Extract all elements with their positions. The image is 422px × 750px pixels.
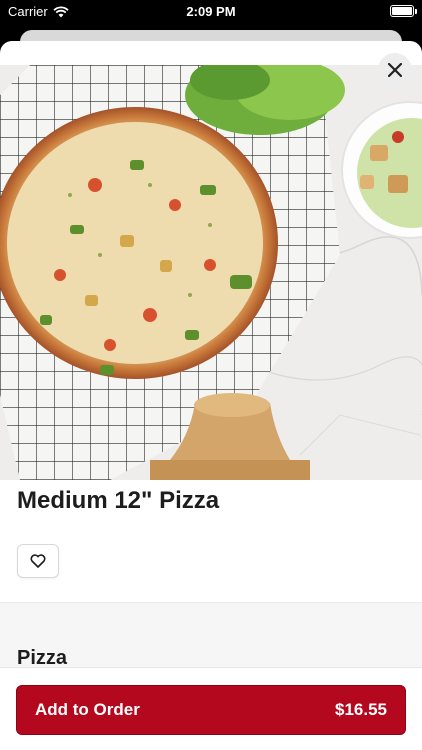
status-time: 2:09 PM — [186, 4, 236, 19]
bottom-bar: Add to Order $16.55 — [0, 667, 422, 750]
order-price: $16.55 — [335, 700, 387, 719]
add-to-order-label: Add to Order — [35, 700, 140, 719]
close-icon — [388, 63, 402, 77]
add-to-order-button[interactable]: Add to Order $16.55 — [16, 685, 406, 735]
item-title: Medium 12" Pizza — [17, 487, 220, 514]
item-detail-sheet: Medium 12" Pizza Pizza Add to Order $16.… — [0, 41, 422, 750]
battery-icon — [390, 5, 417, 17]
close-button[interactable] — [378, 53, 412, 87]
favorite-button[interactable] — [17, 544, 59, 578]
pizza-photo — [0, 65, 422, 480]
status-bar: Carrier 2:09 PM — [0, 0, 422, 24]
heart-icon — [30, 554, 46, 568]
